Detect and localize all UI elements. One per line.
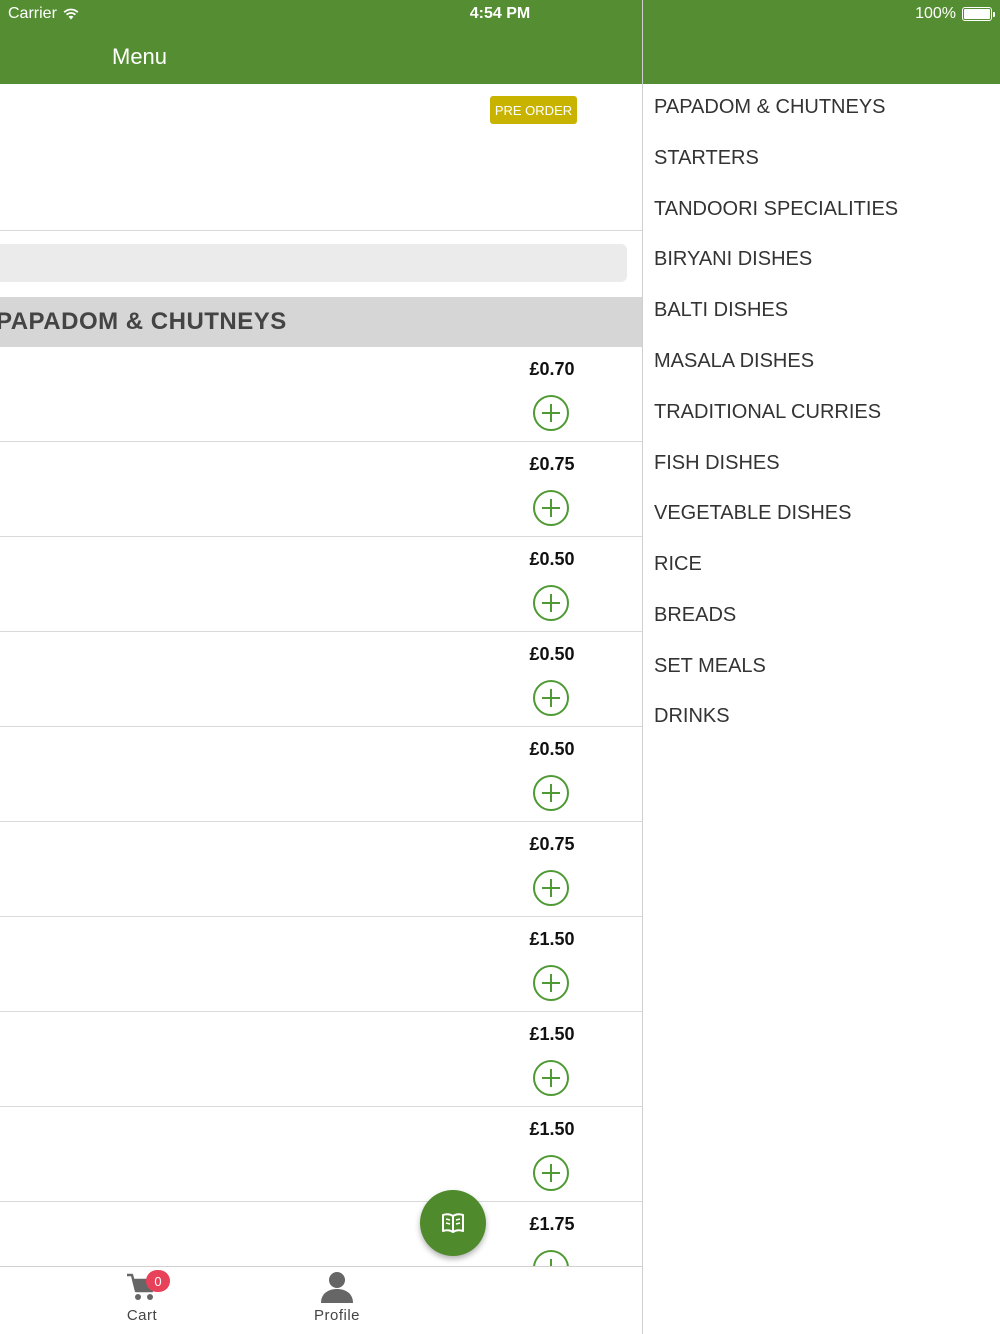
category-sidebar: PAPADOM & CHUTNEYS STARTERS TANDOORI SPE… [643,84,1000,1334]
category-item[interactable]: BREADS [654,604,736,627]
item-price: £1.50 [529,929,575,949]
category-title: PAPADOM & CHUTNEYS [0,308,287,335]
add-item-button[interactable] [533,490,569,526]
item-price: £0.70 [529,359,575,379]
category-item[interactable]: PAPADOM & CHUTNEYS [654,96,886,119]
pre-order-badge[interactable]: PRE ORDER [490,96,577,124]
tab-cart[interactable]: 0 Cart [67,1267,217,1334]
category-item[interactable]: DRINKS [654,705,730,728]
add-item-button[interactable] [533,965,569,1001]
category-item[interactable]: TANDOORI SPECIALITIES [654,198,898,221]
item-price: £0.75 [529,834,575,854]
add-item-button[interactable] [533,1250,569,1266]
item-price: £0.75 [529,454,575,474]
menu-book-button[interactable] [420,1190,486,1256]
menu-item[interactable]: £1.75 [0,1202,642,1266]
menu-item[interactable]: £0.70 [0,347,642,442]
menu-item[interactable]: £0.50 [0,727,642,822]
battery-percent: 100% [915,5,956,22]
add-item-button[interactable] [533,775,569,811]
category-item[interactable]: BIRYANI DISHES [654,248,812,271]
menu-item[interactable]: £1.50 [0,917,642,1012]
category-item[interactable]: TRADITIONAL CURRIES [654,401,881,424]
category-header: PAPADOM & CHUTNEYS [0,297,642,347]
menu-item-list: £0.70 £0.75 £0.50 £0.50 £0.50 £0.75 £1.5… [0,347,642,1266]
category-item[interactable]: RICE [654,553,702,576]
status-bar: Carrier 4:54 PM 100% [0,0,1000,28]
add-item-button[interactable] [533,680,569,716]
tab-profile-label: Profile [313,1307,361,1324]
battery-indicator: 100% [915,5,995,23]
add-item-button[interactable] [533,585,569,621]
category-item[interactable]: FISH DISHES [654,452,780,475]
cart-count-badge: 0 [146,1270,170,1292]
item-price: £1.50 [529,1024,575,1044]
menu-item[interactable]: £0.50 [0,537,642,632]
add-item-button[interactable] [533,870,569,906]
book-icon [442,1213,464,1233]
add-item-button[interactable] [533,1060,569,1096]
profile-icon [321,1272,353,1303]
menu-content[interactable]: PRE ORDER PAPADOM & CHUTNEYS £0.70 £0.75… [0,84,642,1266]
menu-item[interactable]: £0.50 [0,632,642,727]
tab-profile[interactable]: Profile [262,1267,412,1334]
menu-item[interactable]: £1.50 [0,1012,642,1107]
menu-item[interactable]: £1.50 [0,1107,642,1202]
category-item[interactable]: VEGETABLE DISHES [654,502,851,525]
battery-icon [962,7,995,21]
category-item[interactable]: SET MEALS [654,655,766,678]
page-title: Menu [112,44,168,69]
menu-item[interactable]: £0.75 [0,822,642,917]
category-item[interactable]: BALTI DISHES [654,299,788,322]
add-item-button[interactable] [533,1155,569,1191]
app-header: Carrier 4:54 PM 100% Menu [0,0,1000,84]
item-price: £1.75 [529,1214,575,1234]
tab-bar: 0 Cart Profile [0,1266,642,1334]
status-time: 4:54 PM [469,5,531,22]
search-input[interactable] [0,244,627,282]
add-item-button[interactable] [533,395,569,431]
item-price: £0.50 [529,644,575,664]
category-item[interactable]: MASALA DISHES [654,350,814,373]
item-price: £0.50 [529,739,575,759]
tab-cart-label: Cart [126,1307,158,1324]
divider [0,230,642,231]
item-price: £0.50 [529,549,575,569]
category-item[interactable]: STARTERS [654,147,759,170]
item-price: £1.50 [529,1119,575,1139]
menu-item[interactable]: £0.75 [0,442,642,537]
